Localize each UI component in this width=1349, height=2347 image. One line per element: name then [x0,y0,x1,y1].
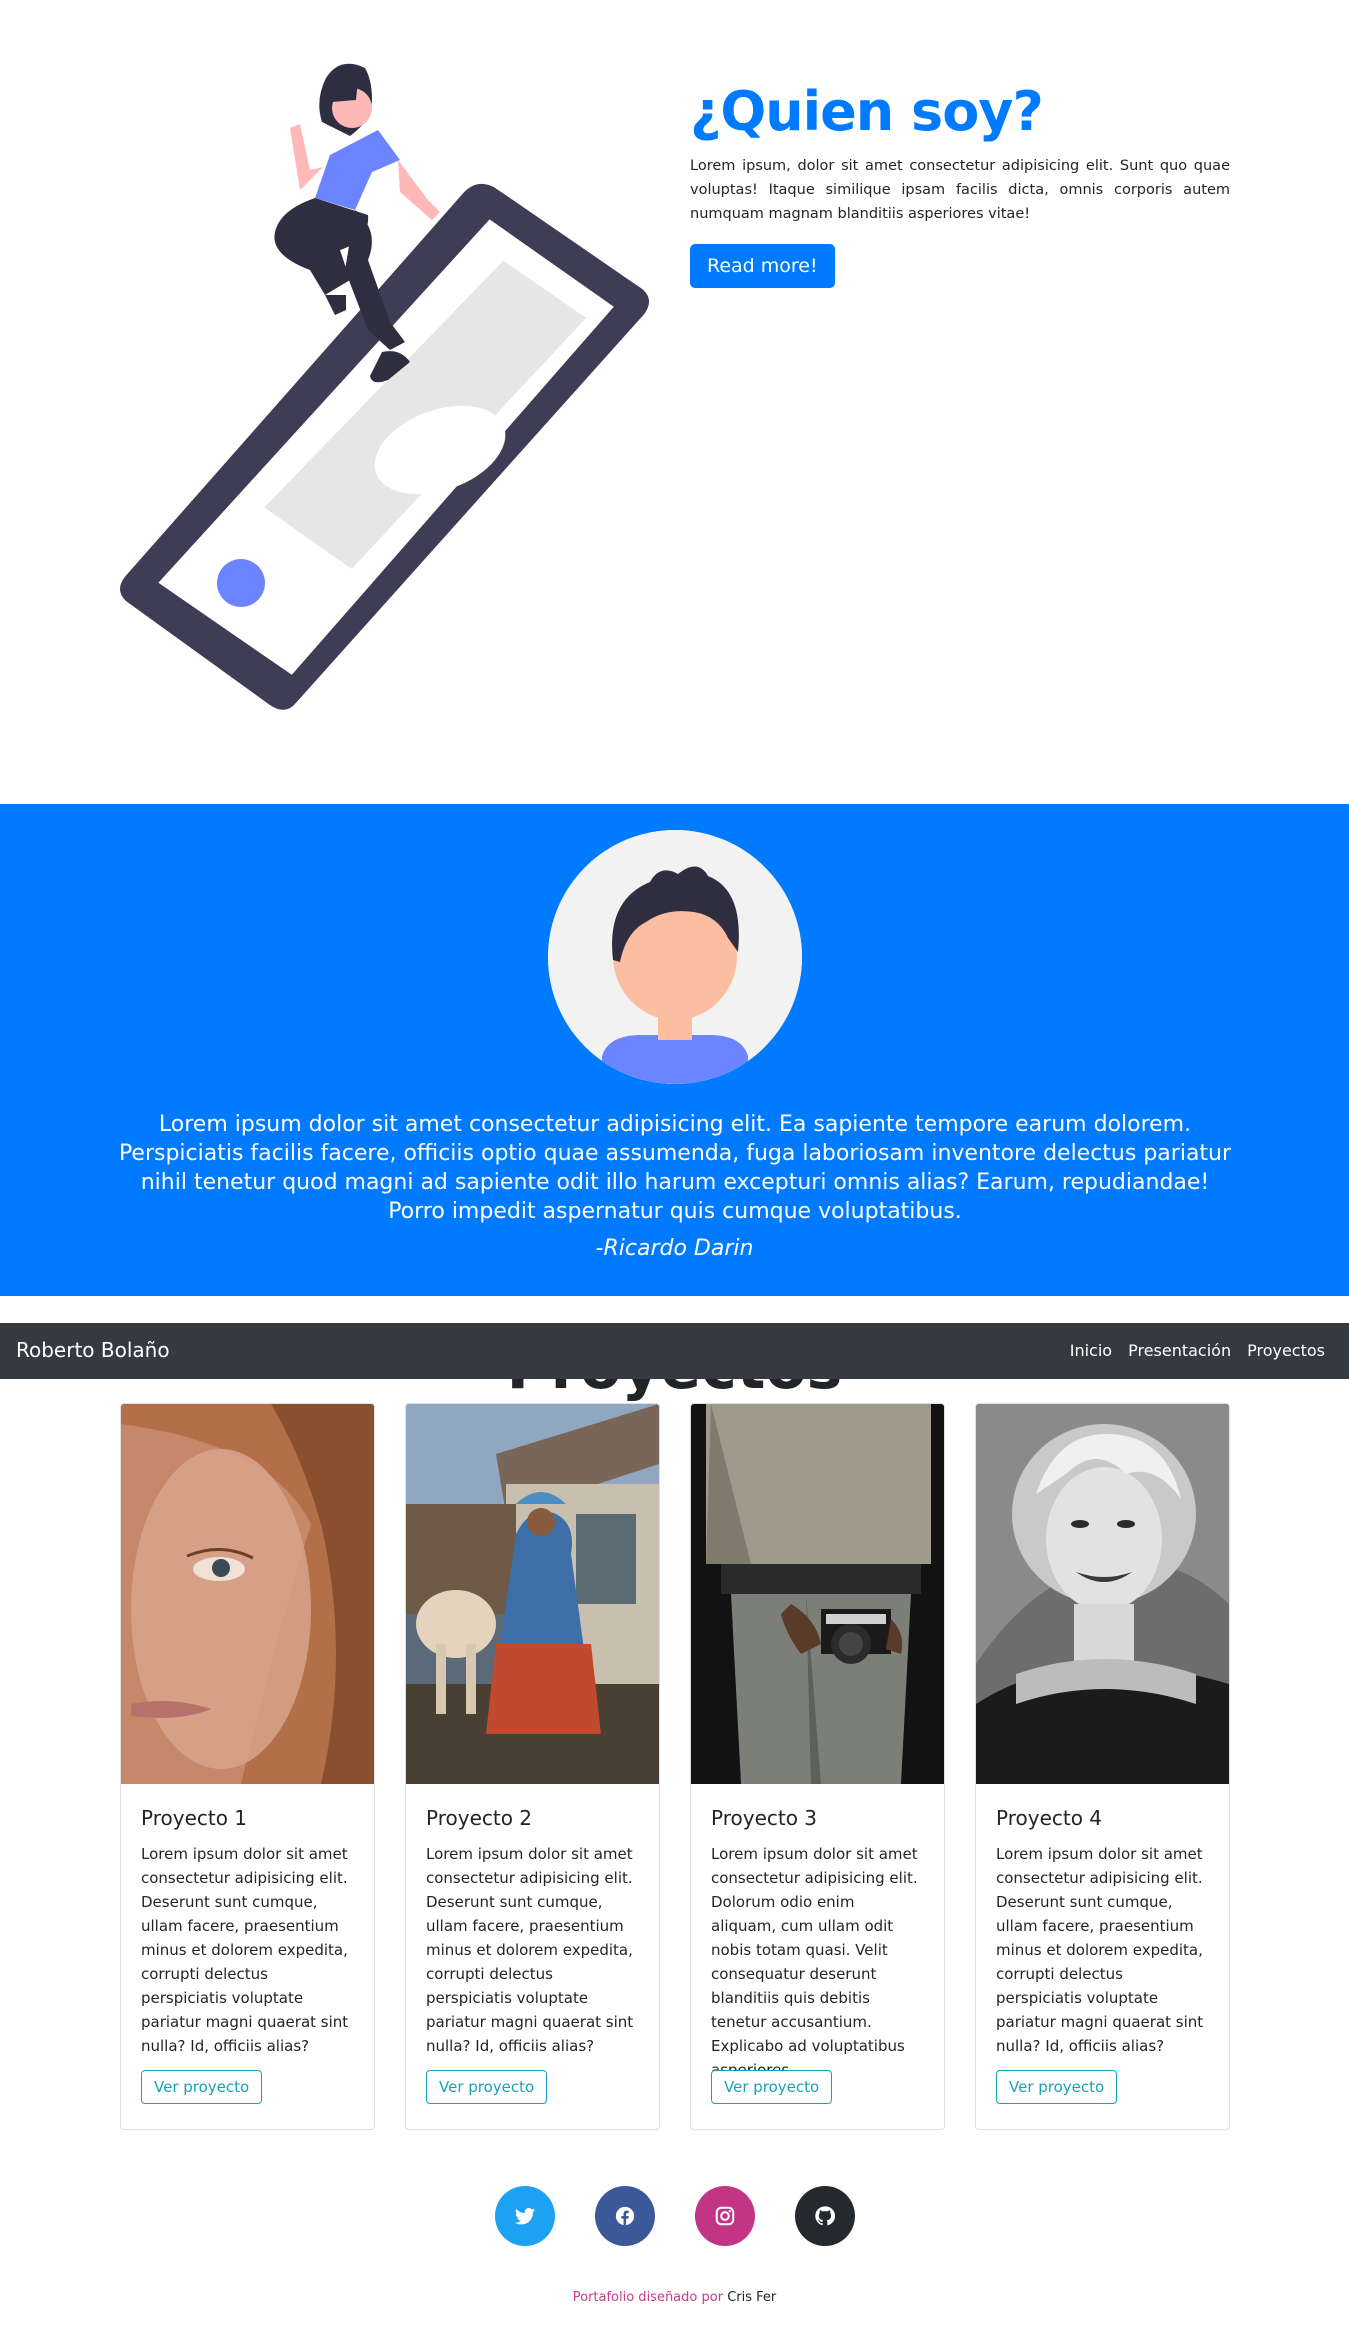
project-card-1: Proyecto 1 Lorem ipsum dolor sit amet co… [120,1403,375,2130]
testimonial-section: Lorem ipsum dolor sit amet consectetur a… [0,804,1349,1296]
facebook-icon [615,2206,635,2226]
project-card-2: Proyecto 2 Lorem ipsum dolor sit amet co… [405,1403,660,2130]
project-1-image [121,1404,374,1784]
view-project-button[interactable]: Ver proyecto [711,2070,833,2104]
project-2-image [406,1404,659,1784]
navbar: Roberto Bolaño Inicio Presentación Proye… [0,1323,1349,1379]
testimonial-quote: Lorem ipsum dolor sit amet consectetur a… [118,1112,1232,1224]
card-title: Proyecto 4 [996,1806,1103,1830]
avatar-illustration [548,830,802,1084]
facebook-link[interactable] [595,2186,655,2246]
project-3-image [691,1404,944,1784]
testimonial-author: -Ricardo Darin [595,1236,754,1261]
navbar-brand[interactable]: Roberto Bolaño [16,1338,170,1362]
card-text: Lorem ipsum dolor sit amet consectetur a… [711,1845,918,2079]
footer-credit: Portafolio diseñado por Cris Fer [0,2290,1349,2305]
view-project-button[interactable]: Ver proyecto [426,2070,548,2104]
project-card-4: Proyecto 4 Lorem ipsum dolor sit amet co… [975,1403,1230,2130]
card-title: Proyecto 3 [711,1806,818,1830]
nav-links: Inicio Presentación Proyectos [1070,1341,1325,1360]
view-project-button[interactable]: Ver proyecto [141,2070,263,2104]
about-section: ¿Quien soy? Lorem ipsum, dolor sit amet … [0,0,1349,804]
github-link[interactable] [795,2186,855,2246]
project-4-image [976,1404,1229,1784]
about-text-block: ¿Quien soy? Lorem ipsum, dolor sit amet … [690,72,1230,288]
read-more-button[interactable]: Read more! [690,244,835,288]
card-body: Proyecto 4 Lorem ipsum dolor sit amet co… [976,1806,1229,2104]
twitter-icon [514,2208,536,2225]
phone-illustration [119,183,650,710]
card-title: Proyecto 2 [426,1806,533,1830]
card-body: Proyecto 2 Lorem ipsum dolor sit amet co… [406,1806,659,2104]
about-description: Lorem ipsum, dolor sit amet consectetur … [690,158,1230,222]
instagram-icon [715,2206,735,2226]
project-card-3: Proyecto 3 Lorem ipsum dolor sit amet co… [690,1403,945,2130]
card-text: Lorem ipsum dolor sit amet consectetur a… [141,1845,349,2055]
view-project-button[interactable]: Ver proyecto [996,2070,1118,2104]
card-body: Proyecto 1 Lorem ipsum dolor sit amet co… [121,1806,374,2104]
projects-cards: Proyecto 1 Lorem ipsum dolor sit amet co… [120,1403,1230,2130]
nav-link-presentacion[interactable]: Presentación [1128,1341,1231,1360]
card-text: Lorem ipsum dolor sit amet consectetur a… [996,1845,1204,2055]
github-icon [815,2206,836,2226]
footer-designed-by: Portafolio diseñado por [572,2290,724,2305]
nav-link-proyectos[interactable]: Proyectos [1247,1341,1325,1360]
nav-link-inicio[interactable]: Inicio [1070,1341,1112,1360]
avatar [548,830,802,1084]
instagram-link[interactable] [695,2186,755,2246]
twitter-link[interactable] [495,2186,555,2246]
card-title: Proyecto 1 [141,1806,248,1830]
phone-runner-illustration [119,63,650,710]
card-body: Proyecto 3 Lorem ipsum dolor sit amet co… [691,1806,944,2104]
about-title: ¿Quien soy? [690,80,1044,143]
footer-author: Cris Fer [727,2290,777,2305]
card-text: Lorem ipsum dolor sit amet consectetur a… [426,1845,634,2055]
